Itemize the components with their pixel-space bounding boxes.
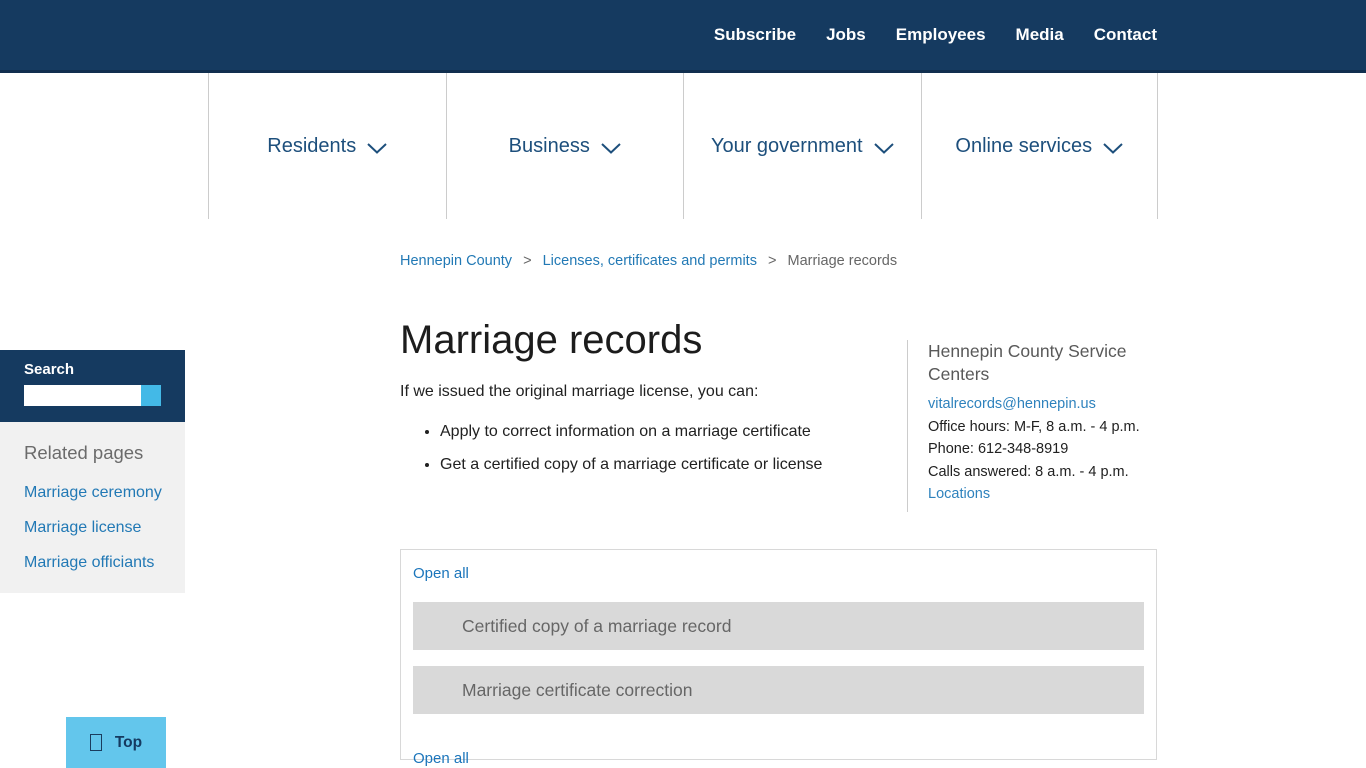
related-link-marriage-license[interactable]: Marriage license	[24, 519, 175, 537]
page-title: Marriage records	[400, 318, 702, 363]
breadcrumb: Hennepin County > Licenses, certificates…	[400, 253, 897, 269]
related-pages-heading: Related pages	[24, 442, 175, 464]
chevron-down-icon	[601, 143, 621, 154]
contact-office-hours: Office hours: M-F, 8 a.m. - 4 p.m.	[928, 416, 1159, 439]
nav-item-business[interactable]: Business	[446, 73, 684, 219]
related-pages-panel: Related pages Marriage ceremony Marriage…	[0, 422, 185, 593]
nav-item-residents[interactable]: Residents	[208, 73, 446, 219]
main-navigation: Residents Business Your government Onlin…	[208, 73, 1158, 219]
breadcrumb-separator: >	[768, 253, 776, 269]
open-all-link-bottom[interactable]: Open all	[413, 750, 469, 767]
topbar-link-subscribe[interactable]: Subscribe	[714, 25, 796, 45]
accordion-panel: Open all Certified copy of a marriage re…	[400, 549, 1157, 760]
breadcrumb-separator: >	[523, 253, 531, 269]
chevron-down-icon	[367, 143, 387, 154]
contact-calls-answered: Calls answered: 8 a.m. - 4 p.m.	[928, 461, 1159, 484]
contact-heading: Hennepin County Service Centers	[928, 340, 1159, 386]
bullet-item: Apply to correct information on a marria…	[440, 423, 870, 441]
search-input[interactable]	[24, 385, 141, 406]
contact-locations-link[interactable]: Locations	[928, 483, 1159, 506]
accordion-header-certified-copy[interactable]: Certified copy of a marriage record	[413, 602, 1144, 650]
arrow-up-icon	[90, 734, 102, 751]
breadcrumb-current: Marriage records	[788, 253, 898, 269]
open-all-link-top[interactable]: Open all	[413, 565, 469, 582]
breadcrumb-link-hennepin-county[interactable]: Hennepin County	[400, 253, 512, 269]
related-link-marriage-officiants[interactable]: Marriage officiants	[24, 554, 175, 572]
nav-item-online-services[interactable]: Online services	[921, 73, 1159, 219]
accordion-header-label: Certified copy of a marriage record	[413, 616, 731, 637]
chevron-down-icon	[874, 143, 894, 154]
nav-label: Online services	[955, 135, 1092, 158]
intro-text: If we issued the original marriage licen…	[400, 383, 758, 401]
nav-label: Residents	[267, 135, 356, 158]
search-label: Search	[24, 361, 161, 378]
topbar-link-contact[interactable]: Contact	[1094, 25, 1157, 45]
topbar-link-employees[interactable]: Employees	[896, 25, 986, 45]
breadcrumb-link-licenses[interactable]: Licenses, certificates and permits	[543, 253, 757, 269]
back-to-top-button[interactable]: Top	[66, 717, 166, 768]
bullet-item: Get a certified copy of a marriage certi…	[440, 456, 870, 474]
intro-bullet-list: Apply to correct information on a marria…	[400, 423, 870, 489]
nav-label: Business	[509, 135, 590, 158]
top-utility-bar: Subscribe Jobs Employees Media Contact	[0, 0, 1366, 73]
contact-email-link[interactable]: vitalrecords@hennepin.us	[928, 393, 1159, 416]
accordion-header-label: Marriage certificate correction	[413, 680, 693, 701]
related-link-marriage-ceremony[interactable]: Marriage ceremony	[24, 484, 175, 502]
contact-info-panel: Hennepin County Service Centers vitalrec…	[907, 340, 1159, 512]
topbar-link-jobs[interactable]: Jobs	[826, 25, 866, 45]
back-to-top-label: Top	[115, 734, 142, 752]
chevron-down-icon	[1103, 143, 1123, 154]
accordion-header-certificate-correction[interactable]: Marriage certificate correction	[413, 666, 1144, 714]
contact-phone: Phone: 612-348-8919	[928, 438, 1159, 461]
topbar-link-media[interactable]: Media	[1016, 25, 1064, 45]
nav-item-your-government[interactable]: Your government	[683, 73, 921, 219]
search-button[interactable]	[141, 385, 161, 406]
nav-label: Your government	[711, 135, 863, 158]
sidebar-search-box: Search	[0, 350, 185, 422]
